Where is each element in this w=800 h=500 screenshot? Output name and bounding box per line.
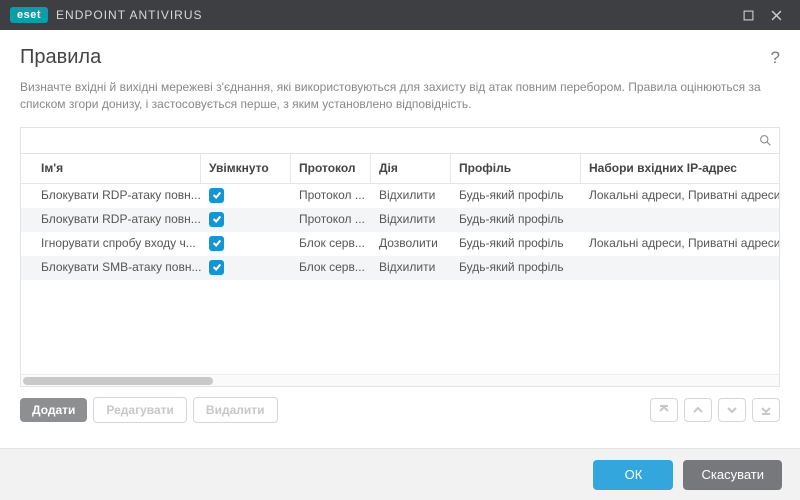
cell-profile: Будь-який профіль [451, 232, 581, 255]
enabled-checkbox[interactable] [209, 236, 224, 251]
move-bottom-button [752, 398, 780, 422]
search-icon[interactable] [757, 132, 773, 148]
horizontal-scrollbar[interactable] [21, 374, 779, 386]
cell-enabled [201, 256, 291, 279]
table-row[interactable]: Блокувати RDP-атаку повн... Протокол ...В… [21, 208, 779, 232]
cell-enabled [201, 208, 291, 231]
cell-ipsets [581, 208, 779, 231]
col-header-ipsets[interactable]: Набори вхідних IP-адрес [581, 154, 779, 183]
cell-protocol: Протокол ... [291, 208, 371, 231]
enabled-checkbox[interactable] [209, 260, 224, 275]
brand-product: ENDPOINT ANTIVIRUS [56, 8, 202, 22]
page-description: Визначте вхідні й вихідні мережеві з'єдн… [20, 79, 780, 113]
col-header-action[interactable]: Дія [371, 154, 451, 183]
cell-protocol: Протокол ... [291, 184, 371, 207]
cell-name: Блокувати RDP-атаку повн... [21, 184, 201, 207]
col-header-profile[interactable]: Профіль [451, 154, 581, 183]
col-header-enabled[interactable]: Увімкнуто [201, 154, 291, 183]
cell-ipsets [581, 256, 779, 279]
col-header-name[interactable]: Ім'я [21, 154, 201, 183]
action-bar: Додати Редагувати Видалити [20, 397, 780, 423]
move-down-button [718, 398, 746, 422]
table-row[interactable]: Ігнорувати спробу входу ч... Блок серв...… [21, 232, 779, 256]
cell-action: Дозволити [371, 232, 451, 255]
cell-profile: Будь-який профіль [451, 184, 581, 207]
dialog-footer: ОК Скасувати [0, 448, 800, 500]
minimize-icon[interactable] [734, 0, 762, 30]
table-body: Блокувати RDP-атаку повн...Протокол ...В… [21, 184, 779, 374]
table-row[interactable]: Блокувати SMB-атаку повн... Блок серв...В… [21, 256, 779, 280]
cell-enabled [201, 184, 291, 207]
brand-badge: eset [10, 7, 48, 23]
ok-button[interactable]: ОК [593, 460, 673, 490]
cell-name: Ігнорувати спробу входу ч... [21, 232, 201, 255]
cell-enabled [201, 232, 291, 255]
delete-button: Видалити [193, 397, 278, 423]
col-header-protocol[interactable]: Протокол [291, 154, 371, 183]
page-title: Правила [20, 46, 780, 69]
cell-name: Блокувати RDP-атаку повн... [21, 208, 201, 231]
table-search-row [21, 128, 779, 154]
rules-table: Ім'я Увімкнуто Протокол Дія Профіль Набо… [20, 127, 780, 387]
table-row[interactable]: Блокувати RDP-атаку повн... Протокол ...В… [21, 184, 779, 208]
horizontal-scrollbar-thumb[interactable] [23, 377, 213, 385]
content-area: ? Правила Визначте вхідні й вихідні мере… [0, 30, 800, 423]
close-icon[interactable] [762, 0, 790, 30]
cell-ipsets: Локальні адреси, Приватні адреси [581, 184, 779, 207]
cell-profile: Будь-який профіль [451, 208, 581, 231]
enabled-checkbox[interactable] [209, 212, 224, 227]
cell-name: Блокувати SMB-атаку повн... [21, 256, 201, 279]
move-top-button [650, 398, 678, 422]
cell-protocol: Блок серв... [291, 256, 371, 279]
edit-button: Редагувати [93, 397, 187, 423]
add-button[interactable]: Додати [20, 398, 87, 422]
cell-action: Відхилити [371, 208, 451, 231]
table-header: Ім'я Увімкнуто Протокол Дія Профіль Набо… [21, 154, 779, 184]
cell-action: Відхилити [371, 184, 451, 207]
cell-protocol: Блок серв... [291, 232, 371, 255]
help-icon[interactable]: ? [771, 48, 780, 68]
cancel-button[interactable]: Скасувати [683, 460, 782, 490]
move-up-button [684, 398, 712, 422]
cell-ipsets: Локальні адреси, Приватні адреси [581, 232, 779, 255]
enabled-checkbox[interactable] [209, 188, 224, 203]
title-bar: eset ENDPOINT ANTIVIRUS [0, 0, 800, 30]
cell-action: Відхилити [371, 256, 451, 279]
cell-profile: Будь-який профіль [451, 256, 581, 279]
